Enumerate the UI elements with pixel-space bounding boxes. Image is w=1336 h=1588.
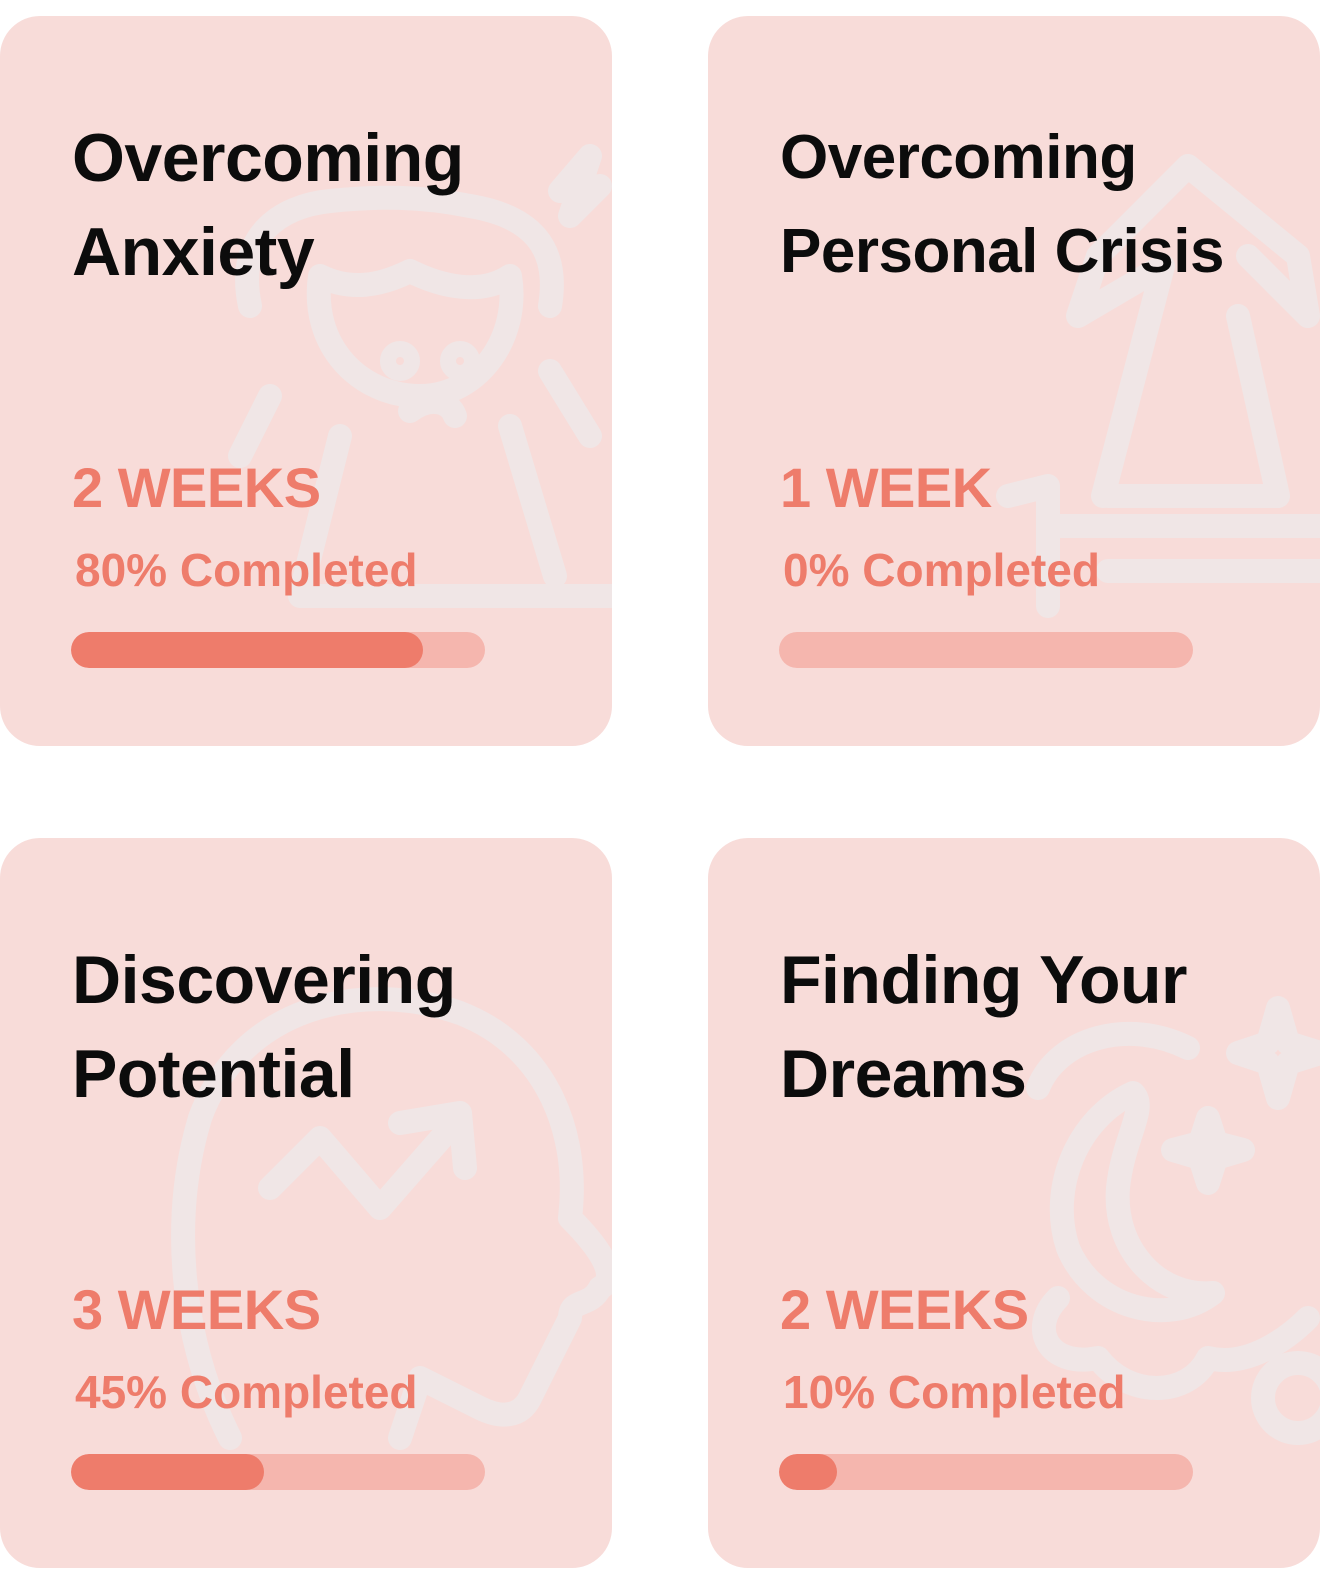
completion-label: 45% Completed xyxy=(75,1366,418,1418)
program-duration: 1 WEEK xyxy=(780,456,992,519)
program-title-line1: Finding Your xyxy=(780,942,1187,1018)
progress-bar-fill xyxy=(71,1454,264,1490)
completion-label: 80% Completed xyxy=(75,544,418,596)
program-duration: 2 WEEKS xyxy=(72,456,321,519)
program-title-line2: Anxiety xyxy=(72,214,315,290)
program-card-overcoming-personal-crisis[interactable]: Overcoming Personal Crisis 1 WEEK 0% Comp… xyxy=(708,16,1320,746)
program-title: Overcoming Personal Crisis xyxy=(780,111,1300,299)
program-title-line2: Personal Crisis xyxy=(780,217,1224,286)
program-duration: 3 WEEKS xyxy=(72,1278,321,1341)
program-title-line1: Overcoming xyxy=(780,123,1137,192)
program-duration: 2 WEEKS xyxy=(780,1278,1029,1341)
progress-bar xyxy=(71,1454,485,1490)
completion-label: 10% Completed xyxy=(783,1366,1126,1418)
program-title-line1: Overcoming xyxy=(72,120,464,196)
program-title-line2: Potential xyxy=(72,1036,355,1112)
program-card-discovering-potential[interactable]: Discovering Potential 3 WEEKS 45% Complet… xyxy=(0,838,612,1568)
progress-bar xyxy=(779,1454,1193,1490)
program-card-finding-your-dreams[interactable]: Finding Your Dreams 2 WEEKS 10% Completed xyxy=(708,838,1320,1568)
program-title-line1: Discovering xyxy=(72,942,456,1018)
progress-bar-fill xyxy=(71,632,423,668)
progress-bar xyxy=(779,632,1193,668)
program-card-overcoming-anxiety[interactable]: Overcoming Anxiety 2 WEEKS 80% Completed xyxy=(0,16,612,746)
progress-bar xyxy=(71,632,485,668)
program-title: Overcoming Anxiety xyxy=(72,111,592,299)
program-title: Finding Your Dreams xyxy=(780,933,1300,1121)
completion-label: 0% Completed xyxy=(783,544,1100,596)
progress-bar-fill xyxy=(779,1454,837,1490)
program-title-line2: Dreams xyxy=(780,1036,1027,1112)
program-title: Discovering Potential xyxy=(72,933,592,1121)
